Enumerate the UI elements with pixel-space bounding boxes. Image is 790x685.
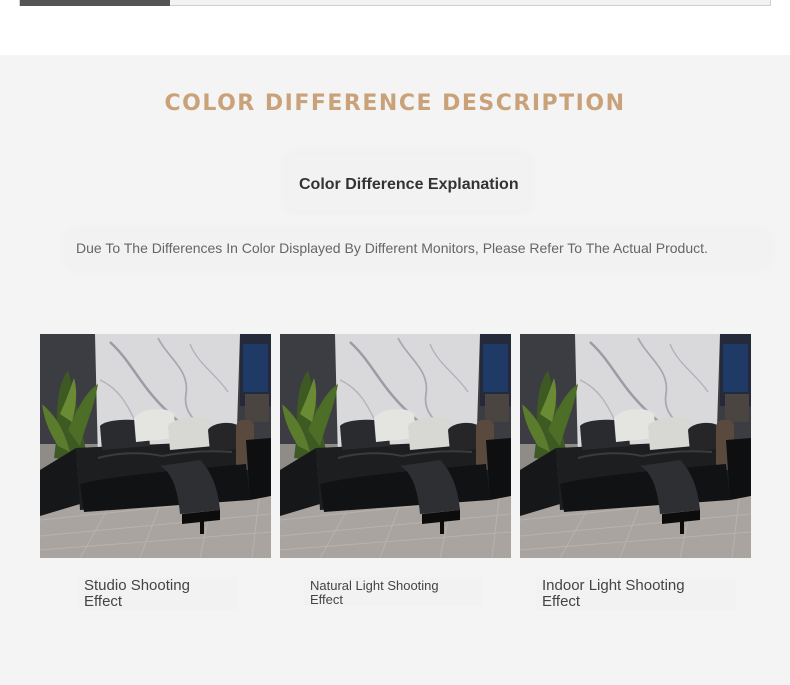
caption-line: Studio Shooting xyxy=(84,577,190,594)
caption-line: Effect xyxy=(310,591,344,607)
caption-line: Indoor Light Shooting xyxy=(542,577,685,594)
color-difference-section: COLOR DIFFERENCE DESCRIPTION Color Diffe… xyxy=(0,55,790,685)
section-subtitle: Color Difference Explanation xyxy=(288,155,528,210)
section-description: Due To The Differences In Color Displaye… xyxy=(68,231,768,267)
caption-line: Effect xyxy=(84,592,123,610)
section-title: COLOR DIFFERENCE DESCRIPTION xyxy=(164,91,626,116)
top-bar xyxy=(0,0,790,55)
sofa-photo-natural-light xyxy=(280,334,511,558)
progress-fill xyxy=(20,0,170,6)
progress-track xyxy=(19,0,771,6)
sofa-photo-studio xyxy=(40,334,271,558)
card-caption-natural-light: Natural Light Shooting Effect xyxy=(304,577,482,607)
caption-line: Effect xyxy=(542,592,581,610)
card-caption-indoor-light: Indoor Light Shooting Effect xyxy=(536,577,736,610)
sofa-photo-indoor-light xyxy=(520,334,751,558)
card-caption-studio: Studio Shooting Effect xyxy=(78,577,238,610)
